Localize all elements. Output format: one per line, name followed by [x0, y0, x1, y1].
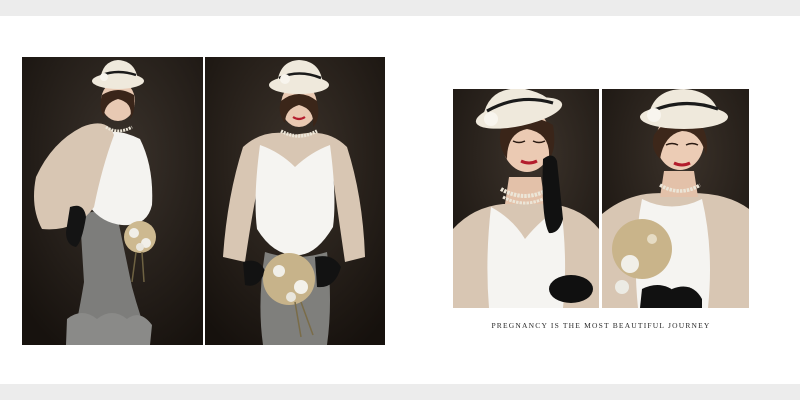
spread-caption: PREGNANCY IS THE MOST BEAUTIFUL JOURNEY — [491, 321, 711, 330]
bottom-border-band — [0, 384, 800, 400]
photo-full-length-side — [22, 57, 203, 345]
photo-closeup-over-shoulder — [602, 89, 749, 308]
photo-three-quarter-front — [205, 57, 385, 345]
photo-closeup-eyes-closed — [453, 89, 599, 308]
top-border-band — [0, 0, 800, 16]
